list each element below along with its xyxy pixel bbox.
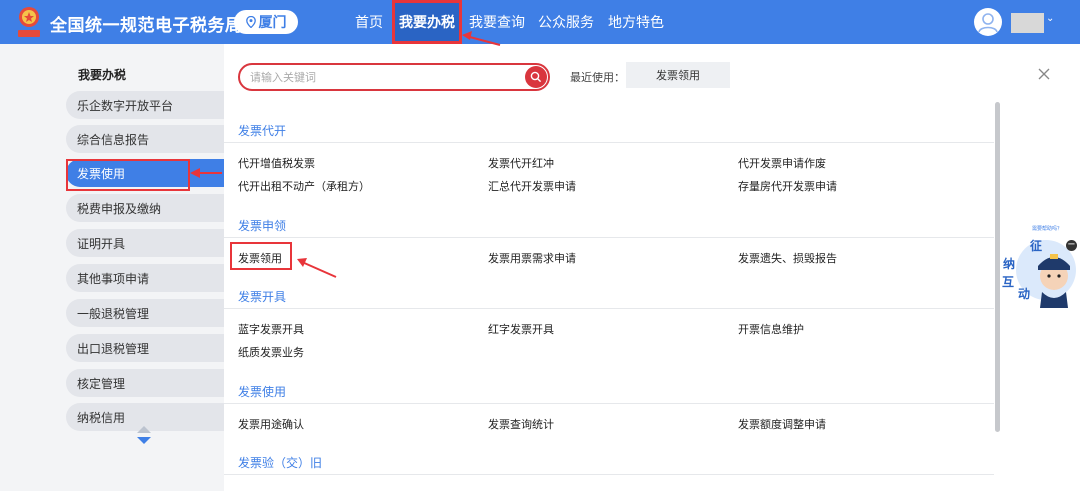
- section-title-invoice-issue-on-behalf: 发票代开: [238, 124, 287, 138]
- sidebar-item-refund[interactable]: 一般退税管理: [66, 299, 224, 327]
- sidebar-item-other-requests[interactable]: 其他事项申请: [66, 264, 224, 292]
- location-pin-icon: [245, 16, 256, 28]
- sidebar-item-export-refund[interactable]: 出口退税管理: [66, 334, 224, 362]
- sidebar-scroll-icon[interactable]: [137, 426, 151, 446]
- section-divider: [224, 474, 994, 475]
- mascot-char: 动: [1018, 287, 1030, 301]
- search-input[interactable]: [250, 68, 520, 86]
- city-name: 厦门: [258, 15, 287, 31]
- service-item[interactable]: 红字发票开具: [488, 321, 554, 337]
- sidebar-item-tax-declaration[interactable]: 税费申报及缴纳: [66, 194, 224, 222]
- section-title-invoice-apply: 发票申领: [238, 219, 287, 233]
- search-box: [238, 63, 550, 91]
- top-header: 全国统一规范电子税务局 厦门 首页 我要办税 我要查询 公众服务 地方特色 ⌄: [0, 0, 1080, 44]
- service-item[interactable]: 纸质发票业务: [238, 344, 304, 360]
- service-item[interactable]: 发票查询统计: [488, 416, 554, 432]
- user-icon: [978, 13, 998, 33]
- sidebar-item-invoice-use[interactable]: 发票使用: [66, 159, 224, 191]
- section-divider: [224, 308, 994, 309]
- service-item[interactable]: 代开增值税发票: [238, 155, 315, 171]
- sidebar-item-assessment[interactable]: 核定管理: [66, 369, 224, 397]
- recent-label: 最近使用：: [570, 71, 625, 84]
- service-item[interactable]: 代开发票申请作废: [738, 155, 826, 171]
- recent-item-invoice-collect[interactable]: 发票领用: [626, 62, 730, 88]
- service-item[interactable]: 发票遗失、损毁报告: [738, 250, 837, 266]
- section-divider: [224, 142, 994, 143]
- service-item[interactable]: 发票用票需求申请: [488, 250, 576, 266]
- main-panel: 最近使用： 发票领用 发票代开 代开增值税发票 发票代开红冲 代开发票申请作废 …: [224, 44, 1080, 491]
- chevron-down-icon[interactable]: ⌄: [1046, 13, 1054, 24]
- close-icon[interactable]: [1036, 66, 1052, 82]
- tax-emblem-icon: [18, 7, 40, 37]
- minimize-icon[interactable]: −: [1066, 240, 1077, 251]
- nav-local-features[interactable]: 地方特色: [606, 0, 666, 44]
- service-item-invoice-collect[interactable]: 发票领用: [238, 250, 282, 266]
- nav-query[interactable]: 我要查询: [468, 0, 526, 44]
- nav-tax-handling[interactable]: 我要办税: [392, 0, 462, 44]
- sidebar: 我要办税 乐企数字开放平台 综合信息报告 发票使用 税费申报及缴纳 证明开具 其…: [0, 44, 224, 491]
- section-title-invoice-use: 发票使用: [238, 385, 287, 399]
- section-divider: [224, 403, 994, 404]
- user-avatar[interactable]: [974, 8, 1002, 36]
- mascot-char: 征: [1030, 238, 1042, 253]
- nav-home[interactable]: 首页: [350, 0, 388, 44]
- site-title: 全国统一规范电子税务局: [50, 16, 243, 36]
- service-item[interactable]: 开票信息维护: [738, 321, 804, 337]
- search-button[interactable]: [525, 66, 547, 88]
- service-item[interactable]: 汇总代开发票申请: [488, 178, 576, 194]
- user-name[interactable]: [1011, 13, 1044, 33]
- service-item[interactable]: 发票额度调整申请: [738, 416, 826, 432]
- mascot-help-bubble[interactable]: 需要帮助吗？: [1026, 222, 1068, 234]
- mascot-char: 互: [1002, 275, 1014, 289]
- sidebar-title: 我要办税: [78, 68, 127, 82]
- sidebar-item-leqi-platform[interactable]: 乐企数字开放平台: [66, 91, 224, 119]
- service-item[interactable]: 蓝字发票开具: [238, 321, 304, 337]
- service-item[interactable]: 代开出租不动产（承租方）: [238, 178, 370, 194]
- sidebar-item-certificate[interactable]: 证明开具: [66, 229, 224, 257]
- section-title-invoice-issue: 发票开具: [238, 290, 287, 304]
- service-item[interactable]: 发票用途确认: [238, 416, 304, 432]
- section-title-invoice-verify-old: 发票验（交）旧: [238, 456, 323, 470]
- service-item[interactable]: 发票代开红冲: [488, 155, 554, 171]
- mascot-char: 纳: [1003, 256, 1015, 271]
- sidebar-item-info-report[interactable]: 综合信息报告: [66, 125, 224, 153]
- section-divider: [224, 237, 994, 238]
- city-selector[interactable]: 厦门: [234, 10, 298, 34]
- service-item[interactable]: 存量房代开发票申请: [738, 178, 837, 194]
- search-icon: [530, 71, 542, 83]
- nav-public-service[interactable]: 公众服务: [536, 0, 596, 44]
